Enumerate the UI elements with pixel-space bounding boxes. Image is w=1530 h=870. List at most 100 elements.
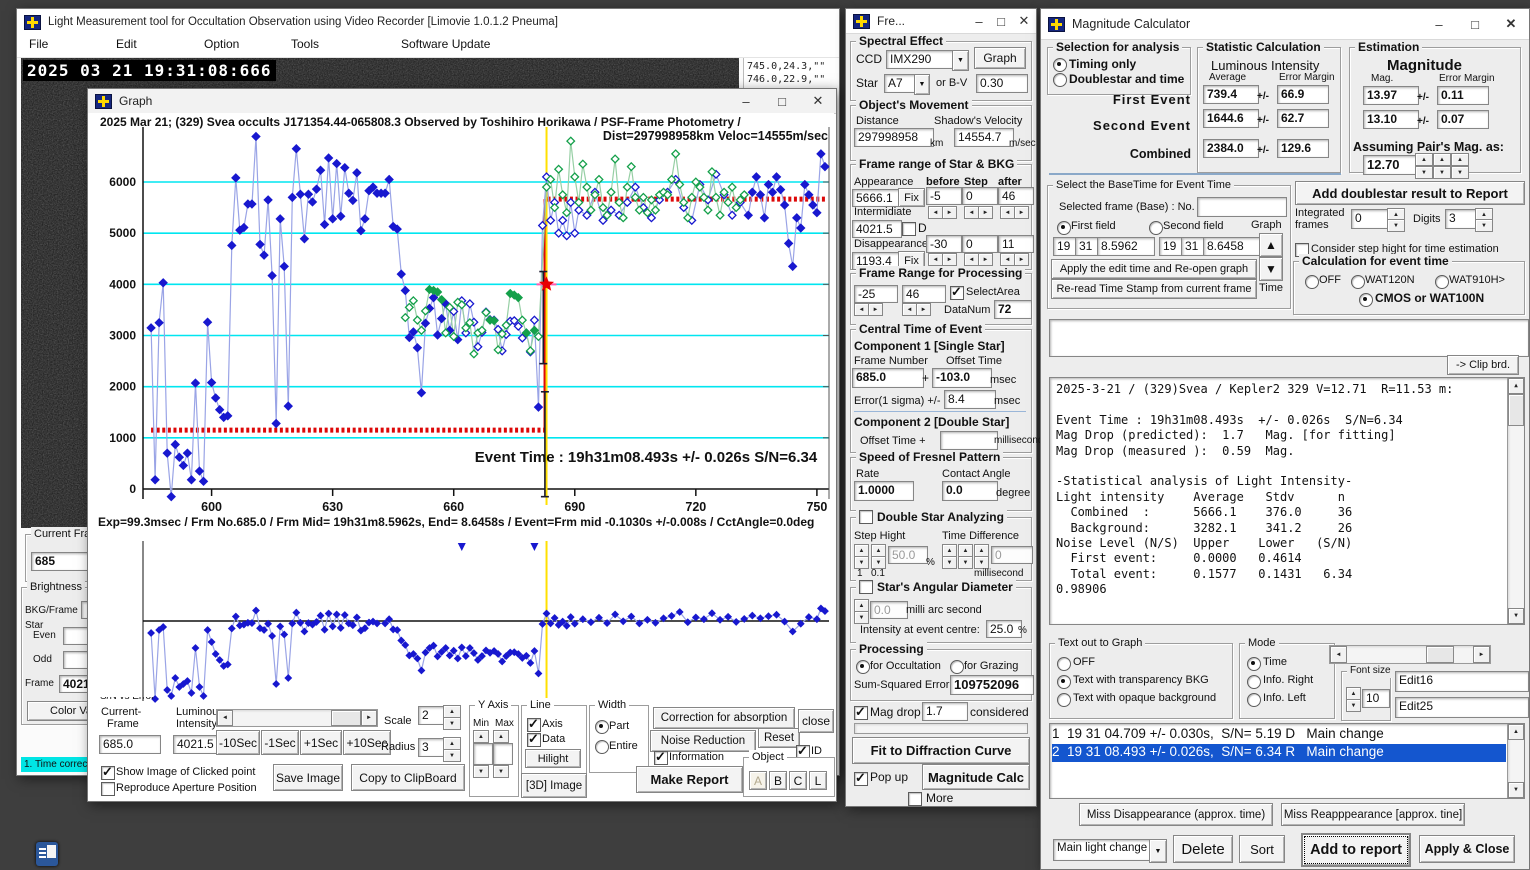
- selected-frame-field[interactable]: [1197, 197, 1287, 217]
- spectral-graph-button[interactable]: Graph: [974, 47, 1026, 69]
- integrated-frames-field[interactable]: 0: [1351, 209, 1391, 229]
- ymin-up-icon[interactable]: [473, 730, 489, 743]
- menu-edit[interactable]: Edit: [116, 37, 137, 52]
- range-to-left-icon[interactable]: [902, 303, 917, 316]
- results-listbox[interactable]: 1 19 31 04.709 +/- 0.030s, S/N= 5.19 D M…: [1049, 723, 1525, 799]
- magcalc-titlebar[interactable]: Magnitude Calculator – □ ✕: [1041, 9, 1529, 40]
- dis-before-field[interactable]: -30: [926, 235, 962, 253]
- graph-position-scrollbar[interactable]: [1329, 645, 1491, 664]
- dis-after-field[interactable]: 11: [998, 235, 1034, 253]
- app-step-field[interactable]: 0: [962, 187, 998, 205]
- second-field-radio[interactable]: [1149, 221, 1163, 235]
- correction-absorption-button[interactable]: Correction for absorption: [653, 707, 795, 729]
- object-b-button[interactable]: B: [769, 771, 787, 790]
- maximize-icon[interactable]: □: [1457, 9, 1493, 39]
- first-field-radio[interactable]: [1057, 221, 1071, 235]
- graph-up-icon[interactable]: ▲: [1259, 233, 1283, 257]
- d-checkbox[interactable]: [902, 222, 916, 236]
- mag1-field[interactable]: 13.97: [1363, 86, 1419, 105]
- range-to-field[interactable]: 46: [902, 285, 946, 303]
- apply-close-button[interactable]: Apply & Close: [1419, 835, 1515, 863]
- error-sigma-field[interactable]: 8.4: [944, 390, 996, 409]
- angular-field[interactable]: 0.0: [870, 601, 908, 619]
- reset-button[interactable]: Reset: [758, 728, 800, 748]
- minus-10sec-button[interactable]: -10Sec: [216, 730, 260, 755]
- wat910h-radio[interactable]: [1435, 275, 1449, 289]
- cmos-radio[interactable]: [1359, 293, 1373, 307]
- plus-1sec-button[interactable]: +1Sec: [300, 730, 342, 755]
- menu-software-update[interactable]: Software Update: [401, 37, 490, 52]
- offset-time-field[interactable]: -103.0: [932, 368, 992, 388]
- miss-disappearance-button[interactable]: Miss Disappearance (approx. time): [1079, 803, 1273, 826]
- delete-button[interactable]: Delete: [1173, 835, 1233, 863]
- data-checkbox[interactable]: [527, 731, 541, 747]
- font-size-field[interactable]: 10: [1362, 689, 1390, 708]
- make-report-button[interactable]: Make Report: [636, 766, 743, 793]
- maximize-icon[interactable]: □: [990, 9, 1012, 33]
- fresnel-titlebar[interactable]: Fre... – □ ✕: [846, 9, 1036, 34]
- text-off-radio[interactable]: [1057, 657, 1071, 671]
- step-right-icon[interactable]: [978, 206, 993, 219]
- stats-scroll-down-icon[interactable]: [1508, 608, 1524, 624]
- scroll-thumb[interactable]: [331, 710, 361, 726]
- current-frame-field[interactable]: 685: [31, 552, 91, 571]
- td1-down-icon[interactable]: [942, 556, 957, 569]
- change-type-dropdown-icon[interactable]: ▼: [1149, 839, 1167, 863]
- frame-scrollbar[interactable]: [216, 709, 378, 727]
- select-area-checkbox[interactable]: [950, 284, 964, 300]
- datanum-field[interactable]: 72: [994, 300, 1032, 319]
- stat-second-avg[interactable]: 1644.6: [1203, 109, 1259, 128]
- minimize-icon[interactable]: –: [1421, 9, 1457, 39]
- maximize-icon[interactable]: □: [764, 89, 800, 113]
- after-right-icon[interactable]: [1014, 206, 1029, 219]
- menu-tools[interactable]: Tools: [291, 37, 319, 52]
- integrated-down-icon[interactable]: [1387, 219, 1405, 232]
- range-to-right-icon[interactable]: [916, 303, 931, 316]
- doublestar-time-radio[interactable]: [1053, 73, 1067, 87]
- app-after-field[interactable]: 46: [998, 187, 1034, 205]
- pair-up2-icon[interactable]: [1433, 153, 1451, 166]
- fit-diffraction-button[interactable]: Fit to Diffraction Curve: [852, 737, 1030, 764]
- for-grazing-radio[interactable]: [950, 660, 964, 674]
- angular-down-icon[interactable]: [854, 611, 869, 624]
- close-icon[interactable]: ✕: [1493, 9, 1529, 39]
- double-star-checkbox[interactable]: [859, 510, 873, 524]
- time1-s-field[interactable]: 8.5962: [1097, 237, 1155, 256]
- results-scrollbar[interactable]: [1507, 724, 1524, 798]
- ymax-track[interactable]: [493, 743, 513, 765]
- digits-down-icon[interactable]: [1475, 219, 1493, 232]
- appearance-fix-button[interactable]: Fix: [898, 188, 925, 207]
- ymax-down-icon[interactable]: [493, 765, 509, 778]
- font-down-icon[interactable]: [1346, 699, 1361, 712]
- minus-1sec-button[interactable]: -1Sec: [261, 730, 299, 755]
- dis-step-field[interactable]: 0: [962, 235, 998, 253]
- graph-down-icon[interactable]: ▼: [1259, 257, 1283, 281]
- edit25-field[interactable]: Edit25: [1395, 697, 1529, 718]
- close-icon[interactable]: ✕: [1012, 9, 1036, 33]
- scroll-left-icon[interactable]: [217, 710, 233, 726]
- rate-field[interactable]: 1.0000: [854, 481, 914, 501]
- edit16-field[interactable]: Edit16: [1395, 671, 1529, 692]
- save-image-button[interactable]: Save Image: [273, 764, 343, 791]
- stat-combined-err[interactable]: 129.6: [1277, 139, 1329, 158]
- stat-second-err[interactable]: 62.7: [1277, 109, 1329, 128]
- axis-checkbox[interactable]: [527, 716, 541, 732]
- pair-mag-field[interactable]: 12.70: [1363, 155, 1417, 175]
- intensity-centre-field[interactable]: 25.0: [986, 620, 1022, 638]
- offset-time2-field[interactable]: [940, 431, 998, 450]
- text-transparent-radio[interactable]: [1057, 675, 1071, 689]
- sse-field[interactable]: 109752096: [950, 675, 1034, 695]
- range-from-right-icon[interactable]: [868, 303, 883, 316]
- ccd-dropdown-icon[interactable]: ▼: [952, 50, 969, 71]
- minimize-icon[interactable]: –: [968, 9, 990, 33]
- main-titlebar[interactable]: Light Measurement tool for Occultation O…: [17, 9, 839, 36]
- mode-info-right-radio[interactable]: [1247, 675, 1261, 689]
- pair-down1-icon[interactable]: [1415, 166, 1433, 179]
- time-difference-field[interactable]: 0: [991, 546, 1033, 564]
- timing-only-radio[interactable]: [1053, 58, 1067, 72]
- scale-field[interactable]: 2: [418, 706, 446, 725]
- contact-angle-field[interactable]: 0.0: [942, 481, 998, 501]
- stats-scroll-up-icon[interactable]: [1508, 378, 1524, 394]
- close-graph-button[interactable]: close: [798, 709, 834, 733]
- reread-timestamp-button[interactable]: Re-read Time Stamp from current frame: [1051, 279, 1257, 299]
